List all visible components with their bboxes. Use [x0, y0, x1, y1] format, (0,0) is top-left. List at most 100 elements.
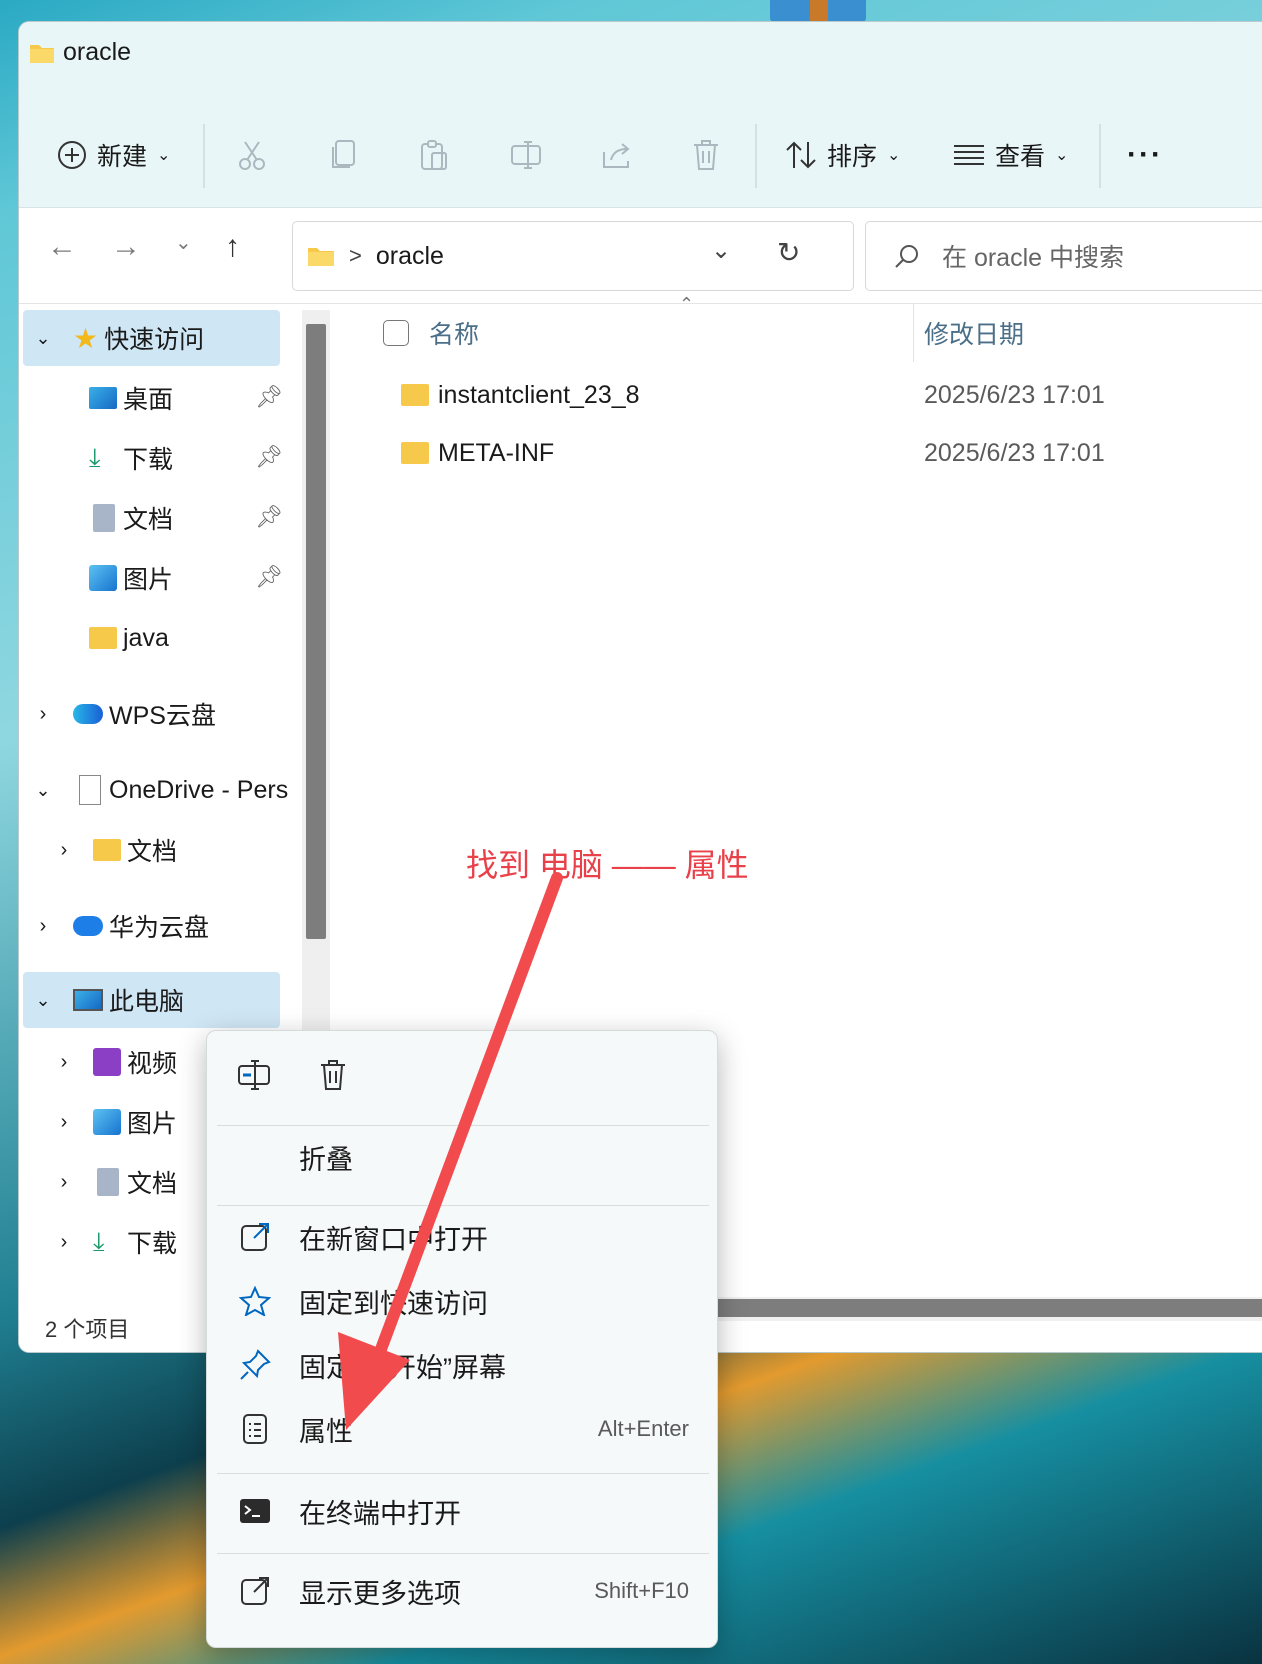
back-arrow-icon[interactable]: ← — [47, 230, 77, 264]
sort-icon — [786, 141, 816, 169]
copy-icon — [332, 140, 355, 168]
expand-chevron-icon: › — [60, 1050, 68, 1073]
menu-item-open-terminal[interactable]: 在终端中打开 — [215, 1481, 709, 1541]
trash-icon[interactable] — [319, 1059, 347, 1091]
file-name: instantclient_23_8 — [438, 380, 640, 409]
rename-icon — [511, 141, 541, 169]
sidebar-item-this-pc[interactable]: ⌄ 此电脑 — [23, 972, 280, 1028]
pin-icon — [240, 1349, 271, 1380]
sidebar-scroll-thumb[interactable] — [306, 324, 326, 939]
sidebar-item-onedrive[interactable]: ⌄ OneDrive - Pers — [23, 762, 288, 818]
file-modified: 2025/6/23 17:01 — [924, 380, 1105, 409]
sidebar-item-desktop[interactable]: 桌面 — [89, 370, 173, 426]
open-new-window-icon — [241, 1223, 269, 1251]
menu-item-collapse[interactable]: 折叠 — [215, 1127, 709, 1187]
forward-arrow-icon[interactable]: → — [111, 230, 141, 264]
menu-item-more-options[interactable]: 显示更多选项 Shift+F10 — [215, 1561, 709, 1621]
up-arrow-icon[interactable]: ↑ — [225, 230, 240, 264]
sidebar-item-pc-downloads[interactable]: › ⤓ 下载 — [49, 1214, 177, 1270]
column-name[interactable]: 名称 — [429, 315, 479, 351]
expand-chevron-icon: › — [39, 914, 47, 937]
sidebar-quick-access[interactable]: ⌄ ★ 快速访问 — [23, 310, 280, 366]
column-modified[interactable]: 修改日期 — [924, 315, 1024, 351]
menu-item-pin-start[interactable]: 固定到“开始”屏幕 — [215, 1335, 709, 1395]
breadcrumb-oracle[interactable]: oracle — [376, 242, 444, 271]
menu-item-open-new-window[interactable]: 在新窗口中打开 — [215, 1207, 709, 1267]
sidebar-item-downloads[interactable]: ⤓ 下载 — [89, 430, 173, 486]
expand-chevron-icon: ⌄ — [35, 989, 51, 1010]
view-button[interactable]: 查看 ⌄ — [953, 102, 1068, 208]
navigation-bar: ← → ⌄ ↑ > oracle ⌄ ↻ 在 oracle 中搜索 — [19, 208, 1262, 304]
more-options-button[interactable]: ··· — [1127, 102, 1163, 208]
download-icon: ⤓ — [89, 442, 101, 472]
properties-icon — [243, 1414, 267, 1444]
refresh-icon[interactable]: ↻ — [777, 236, 800, 269]
document-icon — [97, 1168, 119, 1196]
pin-icon: 📌︎ — [255, 444, 283, 469]
sidebar-label: OneDrive - Pers — [109, 775, 289, 804]
delete-button[interactable] — [692, 102, 720, 208]
folder-icon — [308, 248, 334, 266]
sidebar-label: WPS云盘 — [109, 702, 216, 730]
sidebar-item-java[interactable]: java — [89, 610, 169, 666]
paste-button[interactable] — [419, 102, 449, 208]
cloud-icon — [73, 704, 103, 724]
sidebar-item-pc-documents[interactable]: › 文档 — [49, 1154, 177, 1210]
list-view-icon — [954, 145, 984, 165]
star-icon — [239, 1286, 271, 1316]
sidebar-label: java — [123, 623, 169, 652]
cloud-icon — [73, 916, 103, 936]
sidebar-label: 图片 — [127, 1110, 178, 1138]
cut-button[interactable] — [237, 102, 267, 208]
sidebar-label: 华为云盘 — [109, 914, 210, 942]
monitor-icon — [73, 989, 103, 1011]
window-title: oracle — [63, 38, 132, 66]
annotation-text: 找到 电脑 —— 属性 — [466, 847, 749, 883]
sidebar-item-videos[interactable]: › 视频 — [49, 1034, 177, 1090]
scissors-icon — [239, 141, 265, 170]
folder-icon — [93, 839, 121, 861]
menu-shortcut: Alt+Enter — [597, 1416, 689, 1441]
file-name: META-INF — [438, 438, 555, 467]
more-icon: ··· — [1127, 138, 1163, 171]
sort-button[interactable]: 排序 ⌄ — [785, 102, 900, 208]
sidebar-item-pictures[interactable]: 图片 — [89, 550, 173, 606]
paste-icon — [421, 140, 447, 170]
copy-button[interactable] — [330, 102, 358, 208]
column-header: 名称 修改日期 — [333, 304, 1262, 362]
sidebar-item-onedrive-docs[interactable]: › 文档 — [49, 822, 177, 878]
share-button[interactable] — [601, 102, 633, 208]
new-button[interactable]: 新建 ⌄ — [57, 102, 170, 208]
recent-chevron-icon[interactable]: ⌄ — [175, 230, 192, 255]
sidebar-item-pc-pictures[interactable]: › 图片 — [49, 1094, 177, 1150]
sidebar-item-huawei[interactable]: › 华为云盘 — [23, 898, 209, 954]
desktop-icon — [89, 387, 117, 409]
sidebar-item-documents[interactable]: 文档 — [89, 490, 173, 546]
sidebar-label: 视频 — [127, 1050, 178, 1078]
address-bar[interactable]: > oracle ⌄ ↻ — [292, 221, 854, 291]
folder-icon — [401, 442, 429, 464]
terminal-icon — [240, 1499, 270, 1523]
context-menu: 折叠 在新窗口中打开 固定到快速访问 固定到“开始”屏幕 属性 Alt+Ente… — [206, 1030, 718, 1648]
expand-chevron-icon: › — [60, 1110, 68, 1133]
menu-item-pin-quick-access[interactable]: 固定到快速访问 — [215, 1271, 709, 1331]
folder-icon — [30, 44, 54, 63]
file-row[interactable]: META-INF 2025/6/23 17:01 — [333, 424, 1262, 482]
expand-chevron-icon: › — [60, 1170, 68, 1193]
select-all-checkbox[interactable] — [383, 320, 409, 346]
menu-item-properties[interactable]: 属性 Alt+Enter — [215, 1399, 709, 1459]
search-box[interactable]: 在 oracle 中搜索 — [865, 221, 1262, 291]
rename-button[interactable] — [510, 102, 542, 208]
title-bar: oracle — [19, 22, 1262, 102]
sidebar-item-wps[interactable]: › WPS云盘 — [23, 686, 216, 742]
expand-chevron-icon: ⌄ — [35, 327, 51, 348]
sort-label: 排序 — [827, 143, 878, 171]
new-label: 新建 — [97, 143, 148, 171]
menu-label: 在新窗口中打开 — [299, 1224, 488, 1255]
file-row[interactable]: instantclient_23_8 2025/6/23 17:01 — [333, 366, 1262, 424]
expand-chevron-icon: › — [39, 702, 47, 725]
sidebar-label: 下载 — [123, 446, 174, 474]
address-dropdown-icon[interactable]: ⌄ — [711, 236, 731, 265]
sidebar-label: 桌面 — [123, 386, 174, 414]
rename-icon[interactable] — [237, 1059, 271, 1091]
